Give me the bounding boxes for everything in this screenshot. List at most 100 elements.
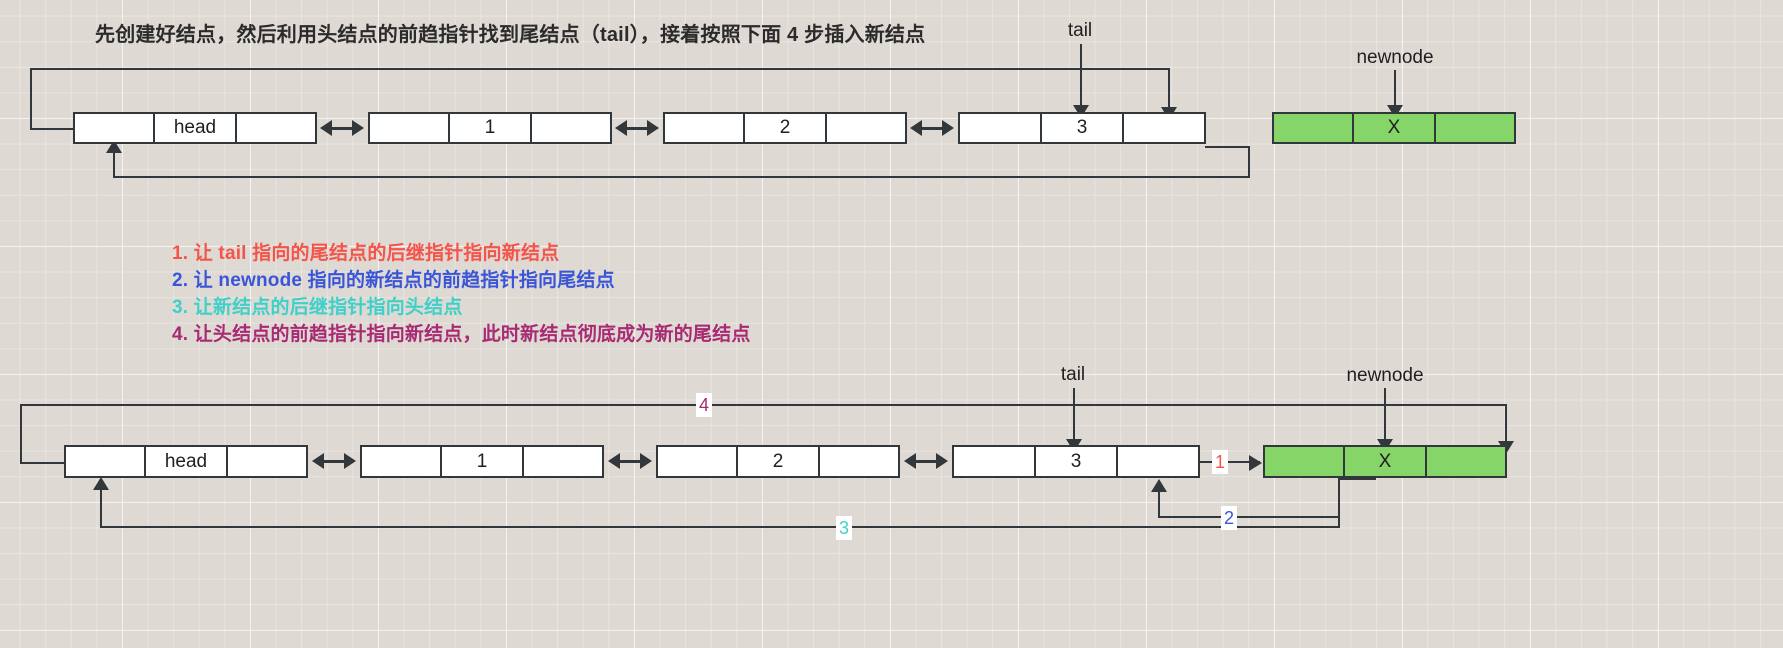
- top-node-new-value: X: [1354, 114, 1436, 142]
- top-wire-head-prev-down-to-node3: [1168, 68, 1170, 110]
- step-1-text: 让 tail 指向的尾结点的后继指针指向新结点: [193, 243, 560, 264]
- top-wire-head-prev-into-head: [30, 128, 75, 130]
- bottom-wire-step2-up: [1158, 492, 1160, 518]
- step-2-text: 让 newnode 指向的新结点的前趋指针指向尾结点: [193, 270, 615, 291]
- step-4-text: 让头结点的前趋指针指向新结点，此时新结点彻底成为新的尾结点: [193, 324, 751, 345]
- top-node-new: X: [1272, 112, 1516, 144]
- bottom-node-head-prev: [66, 447, 146, 476]
- top-wire-node3-next-right: [1205, 146, 1250, 148]
- arrow-right-icon: [936, 453, 948, 469]
- bottom-step-tag-4: 4: [696, 393, 713, 417]
- top-node-2-next: [827, 114, 905, 142]
- bottom-node-1-next: [524, 447, 602, 476]
- top-node-head-prev: [75, 114, 155, 142]
- arrow-right-icon: [344, 453, 356, 469]
- bottom-node-new: X: [1263, 445, 1507, 478]
- bottom-label-tail: tail: [1060, 364, 1086, 385]
- bottom-wire-step3-right: [1340, 478, 1376, 480]
- top-node-2-value: 2: [745, 114, 827, 142]
- top-link-1-2: [615, 120, 659, 136]
- bottom-tail-arrow-shaft: [1073, 388, 1075, 442]
- bottom-node-3-value: 3: [1036, 447, 1118, 476]
- bottom-node-new-value: X: [1345, 447, 1427, 476]
- bottom-step-tag-1: 1: [1212, 450, 1229, 474]
- top-node-3-next: [1124, 114, 1204, 142]
- top-wire-head-prev-top: [30, 68, 1170, 70]
- page-title: 先创建好结点，然后利用头结点的前趋指针找到尾结点（tail），接着按照下面 4 …: [95, 24, 926, 46]
- bottom-node-1-prev: [362, 447, 442, 476]
- top-node-1: 1: [368, 112, 612, 144]
- bottom-label-newnode: newnode: [1346, 365, 1424, 386]
- top-label-newnode: newnode: [1356, 47, 1434, 68]
- top-label-tail: tail: [1067, 20, 1093, 41]
- arrow-right-icon: [647, 120, 659, 136]
- bottom-node-1-value: 1: [442, 447, 524, 476]
- bottom-link-1-2: [608, 453, 652, 469]
- bottom-wire-step2-left: [1158, 516, 1340, 518]
- arrow-right-icon: [352, 120, 364, 136]
- bottom-wire-step4-left: [20, 404, 22, 464]
- top-node-3: 3: [958, 112, 1206, 144]
- step-3-index: 3.: [172, 297, 189, 318]
- diagram-canvas: 先创建好结点，然后利用头结点的前趋指针找到尾结点（tail），接着按照下面 4 …: [0, 0, 1783, 648]
- bottom-node-3-prev: [954, 447, 1036, 476]
- bottom-node-2-value: 2: [738, 447, 820, 476]
- top-wire-node3-next-up-to-head: [113, 152, 115, 178]
- top-node-new-prev: [1274, 114, 1354, 142]
- top-node-1-value: 1: [450, 114, 532, 142]
- top-wire-head-prev-left: [30, 68, 32, 130]
- top-node-new-next: [1436, 114, 1514, 142]
- bottom-wire-step4-down: [1505, 404, 1507, 444]
- bottom-node-2-next: [820, 447, 898, 476]
- top-link-head-1: [320, 120, 364, 136]
- top-node-2-prev: [665, 114, 745, 142]
- bottom-step-tag-3: 3: [836, 516, 853, 540]
- top-node-head: head: [73, 112, 317, 144]
- bottom-node-3: 3: [952, 445, 1200, 478]
- bottom-arrow-step3-head: [93, 477, 109, 490]
- top-node-2: 2: [663, 112, 907, 144]
- top-wire-node3-next-down: [1248, 146, 1250, 178]
- step-row-4: 4. 让头结点的前趋指针指向新结点，此时新结点彻底成为新的尾结点: [172, 321, 751, 348]
- bottom-node-2-prev: [658, 447, 738, 476]
- step-row-2: 2. 让 newnode 指向的新结点的前趋指针指向尾结点: [172, 267, 751, 294]
- arrow-right-icon: [640, 453, 652, 469]
- bottom-node-head-value: head: [146, 447, 228, 476]
- top-wire-node3-next-bottom: [113, 176, 1250, 178]
- step-2-index: 2.: [172, 270, 189, 291]
- bottom-node-head-next: [228, 447, 306, 476]
- top-node-head-next: [237, 114, 315, 142]
- bottom-wire-step3-bottom: [100, 526, 1340, 528]
- bottom-arrow-step1-head: [1249, 455, 1262, 471]
- top-node-3-value: 3: [1042, 114, 1124, 142]
- bottom-wire-step3-up-to-head: [100, 490, 102, 528]
- top-tail-arrow-shaft: [1080, 44, 1082, 108]
- bottom-node-1: 1: [360, 445, 604, 478]
- bottom-node-new-next: [1427, 447, 1505, 476]
- steps-list: 1. 让 tail 指向的尾结点的后继指针指向新结点 2. 让 newnode …: [172, 240, 751, 348]
- arrow-right-icon: [942, 120, 954, 136]
- bottom-link-2-3: [904, 453, 948, 469]
- top-node-3-prev: [960, 114, 1042, 142]
- bottom-node-3-next: [1118, 447, 1198, 476]
- step-row-3: 3. 让新结点的后继指针指向头结点: [172, 294, 751, 321]
- top-node-1-next: [532, 114, 610, 142]
- top-node-head-value: head: [155, 114, 237, 142]
- bottom-node-head: head: [64, 445, 308, 478]
- bottom-newnode-arrow-shaft: [1384, 388, 1386, 442]
- bottom-node-2: 2: [656, 445, 900, 478]
- top-newnode-arrow-shaft: [1394, 70, 1396, 108]
- step-4-index: 4.: [172, 324, 189, 345]
- step-row-1: 1. 让 tail 指向的尾结点的后继指针指向新结点: [172, 240, 751, 267]
- top-node-1-prev: [370, 114, 450, 142]
- bottom-node-new-prev: [1265, 447, 1345, 476]
- bottom-link-head-1: [312, 453, 356, 469]
- step-3-text: 让新结点的后继指针指向头结点: [193, 297, 463, 318]
- bottom-wire-step4-into-head: [20, 462, 65, 464]
- top-link-2-3: [910, 120, 954, 136]
- bottom-step-tag-2: 2: [1221, 506, 1238, 530]
- bottom-wire-step2-down: [1338, 478, 1340, 518]
- bottom-wire-step4-top: [20, 404, 1507, 406]
- step-1-index: 1.: [172, 243, 189, 264]
- bottom-arrow-step2-head: [1151, 479, 1167, 492]
